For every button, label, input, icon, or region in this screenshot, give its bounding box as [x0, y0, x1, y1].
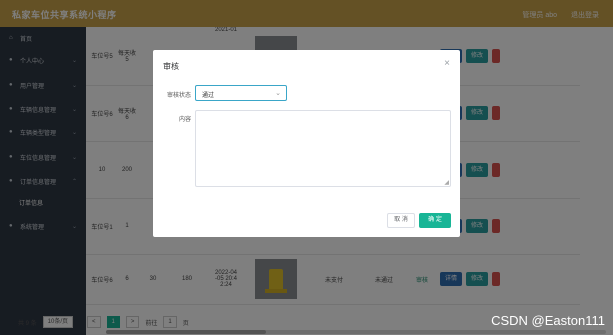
audit-status-value: 通过 [202, 93, 215, 99]
dialog-title: 审核 [163, 62, 179, 71]
resize-grip-icon[interactable]: ◢ [444, 179, 449, 186]
audit-status-label: 审核状态 [167, 93, 192, 99]
content-label: 内容 [179, 117, 192, 123]
cancel-button[interactable]: 取 消 [387, 213, 415, 228]
audit-dialog: 审核 × 审核状态 通过 ⌄ 内容 ◢ 取 消 确 定 [153, 50, 460, 237]
close-icon[interactable]: × [444, 58, 450, 69]
chevron-down-icon: ⌄ [275, 90, 281, 97]
audit-status-select[interactable]: 通过 ⌄ [195, 85, 287, 101]
confirm-button[interactable]: 确 定 [419, 213, 451, 228]
content-textarea[interactable]: ◢ [195, 110, 451, 187]
watermark: CSDN @Easton111 [491, 313, 605, 328]
